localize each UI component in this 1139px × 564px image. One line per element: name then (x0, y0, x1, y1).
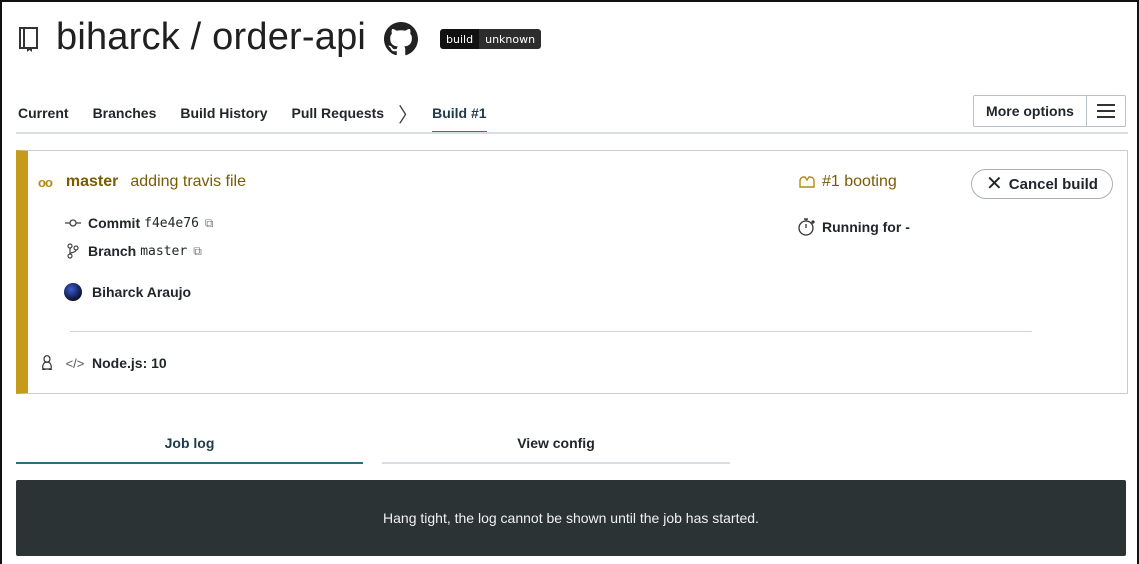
cancel-build-button[interactable]: ✕ Cancel build (971, 169, 1113, 199)
branch-label: Branch (88, 243, 137, 259)
hamburger-menu-icon[interactable] (1087, 96, 1125, 126)
tab-build-history[interactable]: Build History (180, 98, 267, 128)
build-status[interactable]: #1 booting (798, 173, 897, 191)
tab-pull-requests[interactable]: Pull Requests (292, 98, 385, 128)
tab-branches[interactable]: Branches (93, 98, 157, 128)
running-text: Running for - (822, 219, 910, 235)
environment-row: </> Node.js: 10 (38, 355, 167, 371)
external-link-icon[interactable]: ⧉ (205, 216, 214, 231)
repo-nav-tabs: Current Branches Build History Pull Requ… (18, 98, 511, 133)
commit-sha-link[interactable]: f4e4e76 (144, 216, 199, 231)
cancel-build-label: Cancel build (1008, 175, 1098, 193)
build-card: oo master adding travis file Commit f4e4… (16, 150, 1128, 394)
branch-row: Branch master ⧉ (64, 243, 202, 259)
tab-job-log[interactable]: Job log (16, 424, 363, 464)
more-options-group: More options (973, 95, 1126, 127)
linux-icon (38, 355, 56, 371)
commit-row: Commit f4e4e76 ⧉ (64, 215, 214, 231)
tab-build-1[interactable]: Build #1 (432, 98, 488, 133)
branch-link[interactable]: master (140, 244, 187, 259)
log-placeholder-message: Hang tight, the log cannot be shown unti… (383, 510, 759, 526)
build-summary: oo master adding travis file (38, 173, 246, 191)
chevron-right-icon: 〉 (398, 104, 419, 127)
author-name: Biharck Araujo (92, 284, 192, 300)
tab-current[interactable]: Current (18, 98, 69, 128)
stopwatch-icon (798, 217, 816, 237)
repo-header: biharck / order-api build unknown (18, 14, 542, 60)
tab-view-config[interactable]: View config (382, 424, 730, 464)
github-icon[interactable] (384, 22, 419, 56)
job-log-panel: Hang tight, the log cannot be shown unti… (16, 480, 1126, 556)
repo-title[interactable]: biharck / order-api (56, 16, 366, 59)
card-divider (70, 331, 1032, 332)
running-duration: Running for - (798, 217, 910, 237)
commit-message: adding travis file (130, 173, 246, 190)
environment-language: Node.js: 10 (92, 355, 167, 371)
build-branch-name[interactable]: master (66, 173, 118, 191)
code-icon: </> (65, 355, 85, 371)
external-link-icon[interactable]: ⧉ (193, 244, 202, 259)
badge-label: build (440, 29, 480, 49)
build-status-badge[interactable]: build unknown (440, 29, 542, 49)
booting-icon (798, 175, 816, 189)
nav-divider (16, 132, 1128, 134)
more-options-button[interactable]: More options (974, 96, 1087, 126)
commit-icon (64, 218, 82, 228)
avatar (64, 283, 82, 301)
repo-book-icon (19, 27, 38, 52)
close-icon: ✕ (986, 172, 1003, 195)
commit-label: Commit (88, 215, 141, 231)
branch-icon (64, 243, 82, 259)
booting-dots-icon: oo (38, 174, 53, 190)
build-status-text: #1 booting (822, 173, 897, 190)
author-row: Biharck Araujo (64, 283, 191, 301)
badge-value: unknown (479, 29, 542, 49)
